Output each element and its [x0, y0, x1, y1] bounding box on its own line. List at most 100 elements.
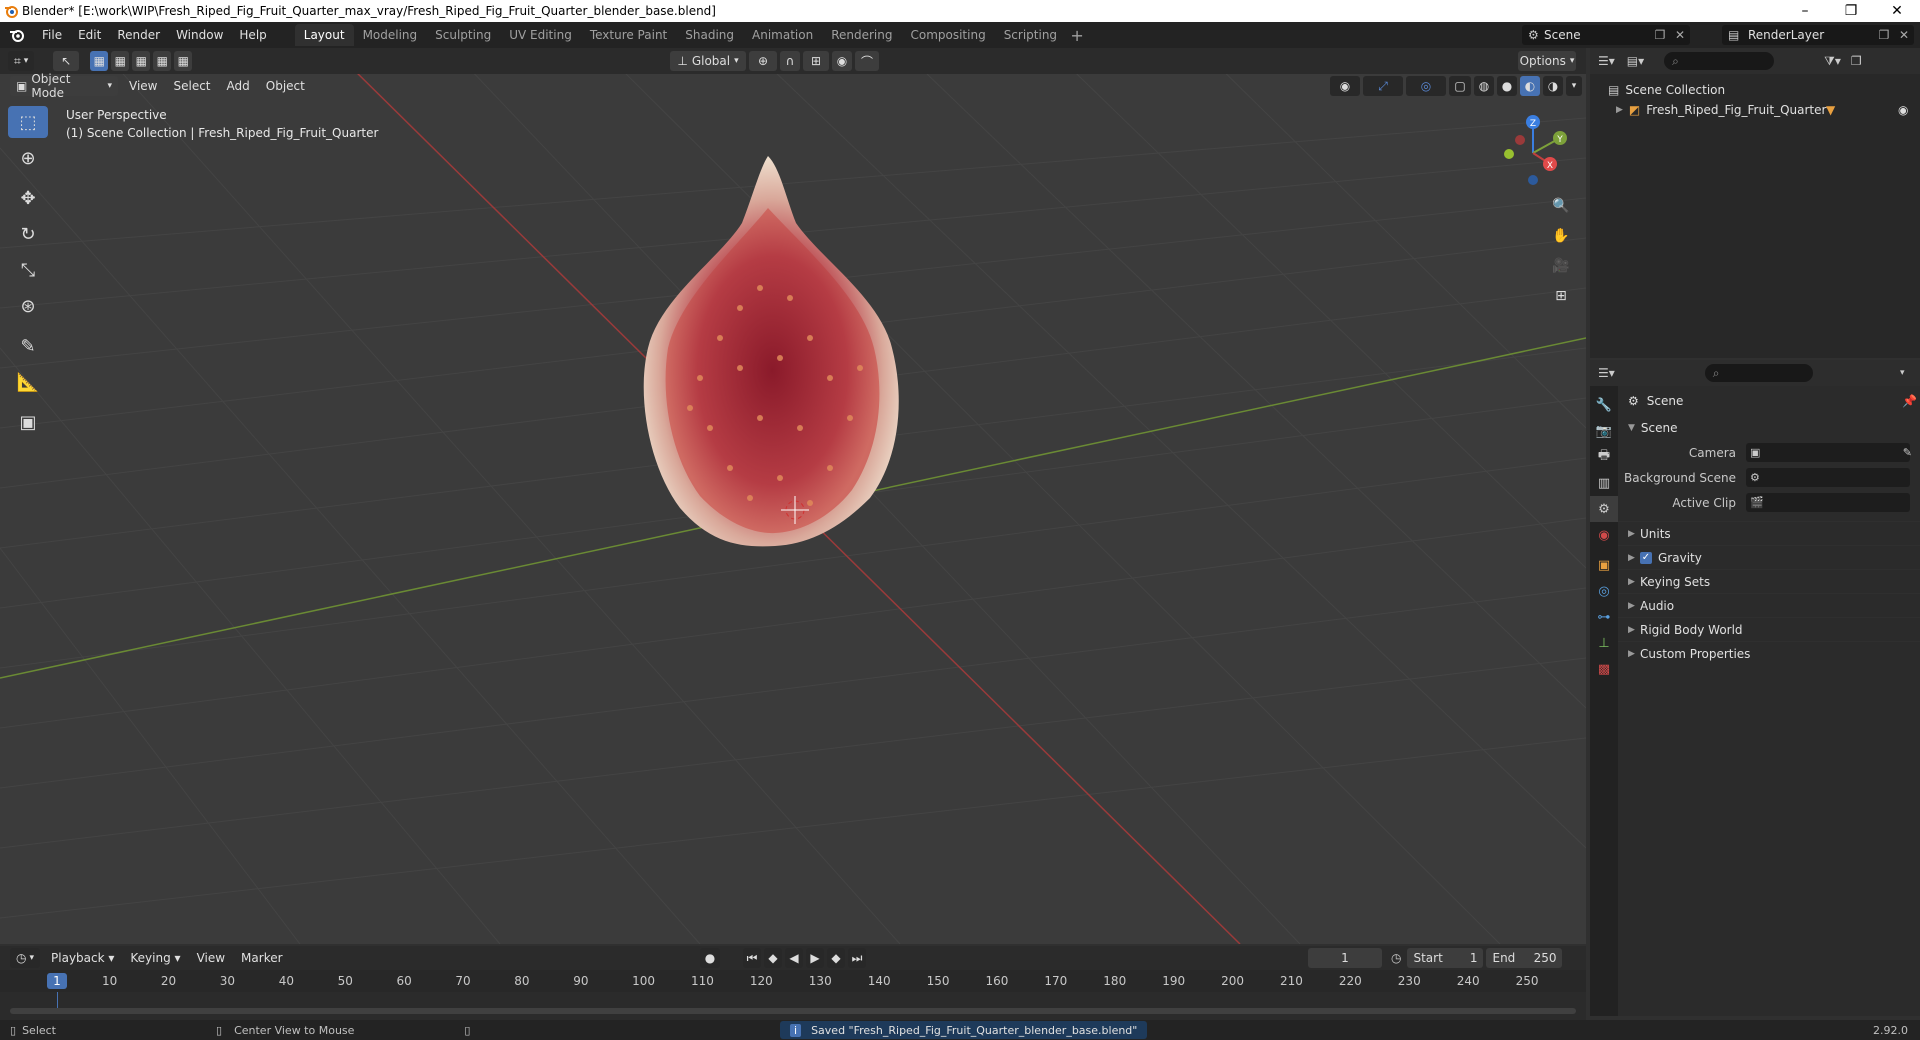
select-extend-mode-button[interactable]: ▦: [111, 51, 130, 71]
jump-start-button[interactable]: ⏮: [743, 948, 761, 968]
properties-search-input[interactable]: ⌕: [1704, 364, 1813, 382]
options-dropdown[interactable]: Options ▾: [1518, 51, 1576, 71]
outliner-search-input[interactable]: ⌕: [1664, 52, 1775, 70]
new-collection-icon[interactable]: ❐: [1851, 54, 1862, 68]
tab-rendering[interactable]: Rendering: [822, 24, 901, 46]
preview-range-icon[interactable]: ◷: [1391, 951, 1401, 965]
menu-file[interactable]: File: [34, 22, 70, 48]
tab-world[interactable]: ◉: [1590, 522, 1618, 548]
select-new-mode-button[interactable]: ▦: [90, 51, 109, 71]
panel-custom-properties[interactable]: ▶ Custom Properties: [1618, 641, 1920, 665]
overlay-toggle[interactable]: ◎: [1406, 76, 1446, 96]
menu-edit[interactable]: Edit: [70, 22, 109, 48]
snap-target-dropdown[interactable]: ⊞: [803, 51, 829, 71]
viewport-menu-add[interactable]: Add: [219, 73, 258, 99]
tab-texture-paint[interactable]: Texture Paint: [581, 24, 676, 46]
shading-wireframe-button[interactable]: ◍: [1474, 76, 1494, 96]
ortho-toggle-button[interactable]: ⊞: [1548, 283, 1574, 309]
tab-texture[interactable]: ▩: [1590, 656, 1618, 682]
viewport-menu-object[interactable]: Object: [258, 73, 313, 99]
shading-solid-button[interactable]: ●: [1497, 76, 1517, 96]
proportional-falloff-dropdown[interactable]: ⌒: [855, 51, 879, 71]
panel-audio[interactable]: ▶ Audio: [1618, 593, 1920, 617]
tool-add-cube[interactable]: ▣: [8, 406, 48, 438]
zoom-view-button[interactable]: 🔍: [1548, 193, 1574, 219]
xray-toggle[interactable]: ▢: [1449, 76, 1471, 96]
properties-editor-icon[interactable]: ☰▾: [1598, 366, 1615, 380]
visibility-dropdown[interactable]: ◉: [1330, 76, 1360, 96]
blender-menu-icon[interactable]: [0, 28, 34, 42]
add-workspace-button[interactable]: +: [1066, 26, 1088, 45]
select-tool-button[interactable]: ↖: [53, 51, 80, 71]
editor-type-button[interactable]: ⌗ ▾: [8, 51, 35, 71]
expand-arrow-icon[interactable]: ▶: [1616, 105, 1623, 115]
navigation-gizmo[interactable]: Z Y X: [1490, 110, 1576, 196]
gravity-checkbox[interactable]: ✓: [1640, 551, 1652, 564]
mesh-data-icon[interactable]: ▼: [1826, 103, 1835, 117]
delete-scene-icon[interactable]: ✕: [1670, 28, 1690, 42]
select-intersect-mode-button[interactable]: ▦: [174, 51, 193, 71]
tab-view-layer[interactable]: ▥: [1590, 470, 1618, 496]
timeline-scrollbar[interactable]: [10, 1008, 1576, 1014]
shading-rendered-button[interactable]: ◑: [1543, 76, 1563, 96]
display-mode-icon[interactable]: ▤▾: [1627, 54, 1644, 68]
menu-help[interactable]: Help: [231, 22, 274, 48]
pin-icon[interactable]: 📌: [1902, 394, 1917, 408]
delete-view-layer-icon[interactable]: ✕: [1894, 28, 1914, 42]
panel-rigid-body-world[interactable]: ▶ Rigid Body World: [1618, 617, 1920, 641]
viewport-menu-select[interactable]: Select: [165, 73, 218, 99]
outliner-row-object[interactable]: ▶ ◩ Fresh_Riped_Fig_Fruit_Quarter ▼ ◉: [1590, 100, 1920, 120]
new-view-layer-icon[interactable]: ❐: [1874, 28, 1894, 42]
tool-scale[interactable]: ⤡: [8, 254, 48, 286]
pivot-point-dropdown[interactable]: ⊕: [749, 51, 777, 71]
tab-object-data[interactable]: ⊥: [1590, 630, 1618, 656]
next-keyframe-button[interactable]: ◆: [827, 948, 845, 968]
new-scene-icon[interactable]: ❐: [1650, 28, 1670, 42]
tool-rotate[interactable]: ↻: [8, 218, 48, 250]
menu-window[interactable]: Window: [168, 22, 231, 48]
tab-tool[interactable]: 🔧: [1590, 392, 1618, 418]
scene-section-header[interactable]: ▼ Scene: [1618, 416, 1920, 440]
snap-toggle-button[interactable]: ∩: [780, 51, 800, 71]
tool-measure[interactable]: 📐: [8, 366, 48, 398]
tab-uv-editing[interactable]: UV Editing: [500, 24, 581, 46]
tab-sculpting[interactable]: Sculpting: [426, 24, 500, 46]
tool-transform[interactable]: ⊛: [8, 290, 48, 322]
panel-keying-sets[interactable]: ▶ Keying Sets: [1618, 569, 1920, 593]
gizmo-toggle[interactable]: ⤢: [1363, 76, 1403, 96]
visibility-eye-icon[interactable]: ◉: [1898, 103, 1908, 117]
tab-object[interactable]: ▣: [1590, 552, 1618, 578]
proportional-edit-button[interactable]: ◉: [832, 51, 852, 71]
scene-selector[interactable]: ⚙ Scene ❐ ✕: [1522, 25, 1690, 45]
timeline-menu-view[interactable]: View: [189, 945, 233, 971]
tool-move[interactable]: ✥: [8, 182, 48, 214]
current-frame-field[interactable]: 1: [1308, 948, 1382, 968]
tool-cursor[interactable]: ⊕: [8, 142, 48, 174]
outliner-editor-icon[interactable]: ☰▾: [1598, 54, 1615, 68]
3d-viewport[interactable]: ⌗ ▾ ↖ ▦ ▦ ▦ ▦ ▦ ⊥ Global ▾ ⊕ ∩ ⊞ ◉ ⌒ Opti…: [0, 48, 1586, 944]
tab-layout[interactable]: Layout: [294, 24, 354, 46]
end-frame-field[interactable]: End 250: [1486, 948, 1563, 968]
object-mode-dropdown[interactable]: ▣ Object Mode ▾: [10, 72, 118, 100]
tab-output[interactable]: 🖶: [1590, 444, 1618, 470]
start-frame-field[interactable]: Start 1: [1407, 948, 1484, 968]
select-invert-mode-button[interactable]: ▦: [153, 51, 172, 71]
transform-orientation-dropdown[interactable]: ⊥ Global ▾: [670, 51, 746, 71]
play-button[interactable]: ▶: [806, 948, 824, 968]
camera-field[interactable]: ▣ ✎: [1746, 443, 1912, 462]
tab-constraints[interactable]: ⊶: [1590, 604, 1618, 630]
properties-options-icon[interactable]: ▾: [1900, 368, 1905, 378]
tool-select-box[interactable]: ⬚: [8, 106, 48, 138]
active-clip-field[interactable]: 🎬: [1746, 493, 1910, 512]
tab-modeling[interactable]: Modeling: [354, 24, 427, 46]
select-subtract-mode-button[interactable]: ▦: [132, 51, 151, 71]
tab-scripting[interactable]: Scripting: [995, 24, 1066, 46]
play-reverse-button[interactable]: ◀: [785, 948, 803, 968]
outliner-row-scene-collection[interactable]: ▤ Scene Collection: [1590, 80, 1920, 100]
menu-render[interactable]: Render: [109, 22, 168, 48]
viewport-menu-view[interactable]: View: [121, 73, 165, 99]
timeline-menu-playback[interactable]: Playback ▾: [43, 945, 122, 971]
tab-scene[interactable]: ⚙: [1590, 496, 1618, 522]
tab-render[interactable]: 📷: [1590, 418, 1618, 444]
playhead-frame-marker[interactable]: 1: [47, 973, 67, 989]
